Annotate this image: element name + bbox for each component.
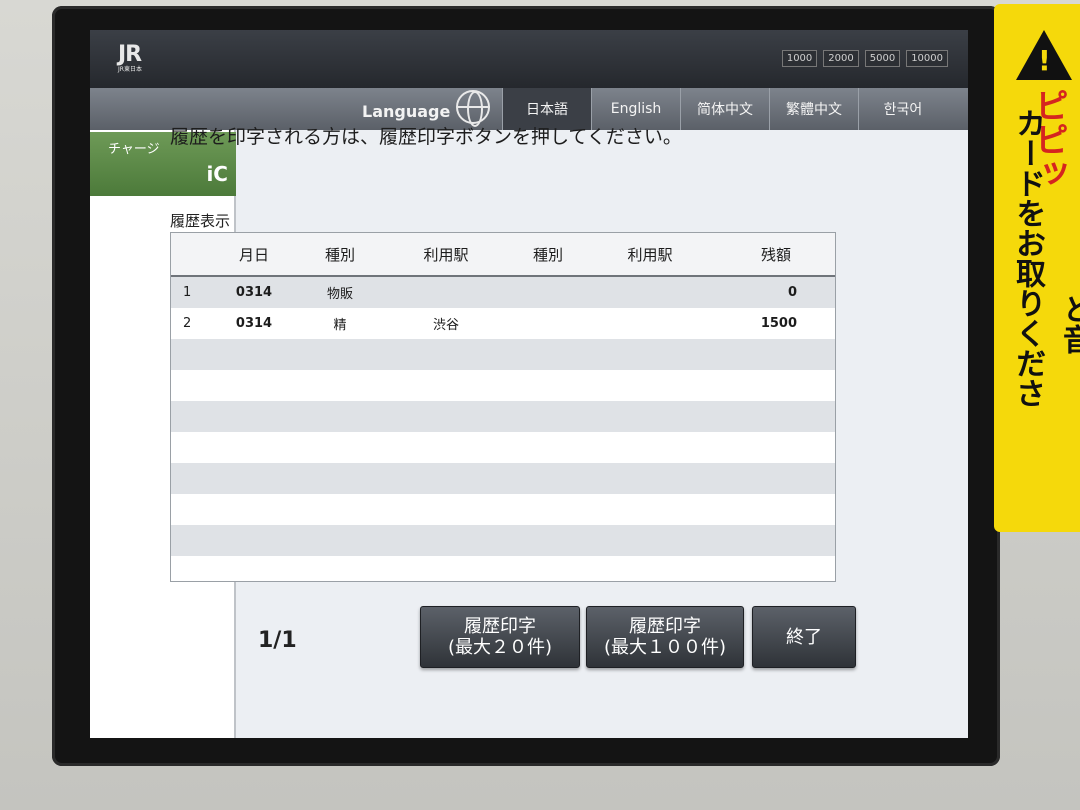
denom-10000: 10000 <box>906 50 948 67</box>
row-balance: 0 <box>787 285 797 300</box>
end-button[interactable]: 終了 <box>752 606 856 668</box>
print100-label-line1: 履歴印字 <box>629 616 701 637</box>
warning-sticker: ! ピピッ カードをお取りくださ と音 <box>994 4 1080 532</box>
col-date: 月日 <box>238 245 269 264</box>
history-table-body: 1 0314 物販 0 2 0314 精 渋谷 1500 <box>171 277 835 556</box>
row-number: 1 <box>183 285 192 300</box>
col-station-2: 利用駅 <box>627 245 673 264</box>
history-table: 月日 種別 利用駅 種別 利用駅 残額 1 0314 物販 0 2 0314 精… <box>170 232 836 582</box>
row-kind: 物販 <box>326 287 353 302</box>
col-kind: 種別 <box>324 245 355 264</box>
denom-5000: 5000 <box>864 50 901 67</box>
globe-icon <box>456 90 491 127</box>
table-row-empty <box>171 401 835 432</box>
top-header: JR JR東日本 1000 2000 5000 10000 <box>90 30 968 88</box>
sticker-black-text-2: と音 <box>1057 294 1080 354</box>
table-row-empty <box>171 525 835 556</box>
table-row-empty <box>171 432 835 463</box>
row-station: 渋谷 <box>432 318 459 333</box>
page-indicator: 1/1 <box>258 628 297 653</box>
language-title: Language <box>362 90 491 127</box>
row-number: 2 <box>183 316 192 331</box>
print-history-20-button[interactable]: 履歴印字 (最大２０件) <box>420 606 580 668</box>
tab-simplified-chinese[interactable]: 简体中文 <box>680 88 769 130</box>
table-row-empty <box>171 339 835 370</box>
print20-label-line1: 履歴印字 <box>464 616 536 637</box>
print-history-100-button[interactable]: 履歴印字 (最大１００件) <box>586 606 744 668</box>
table-row-empty <box>171 370 835 401</box>
jr-logo: JR JR東日本 <box>118 42 162 73</box>
table-row-empty <box>171 494 835 525</box>
table-row-empty <box>171 463 835 494</box>
row-balance: 1500 <box>760 316 797 331</box>
denom-2000: 2000 <box>823 50 859 67</box>
print20-label-line2: (最大２０件) <box>447 637 553 658</box>
history-table-header: 月日 種別 利用駅 種別 利用駅 残額 <box>171 233 835 277</box>
history-section-label: 履歴表示 <box>170 212 231 230</box>
col-kind-2: 種別 <box>532 245 563 264</box>
language-label: Language <box>362 101 451 121</box>
col-balance: 残額 <box>760 245 791 264</box>
instruction-text: 履歴を印字される方は、履歴印字ボタンを押してください。 <box>170 126 682 148</box>
ic-card-icon: iC <box>206 162 228 186</box>
sticker-black-text: カードをお取りくださ <box>1010 108 1045 408</box>
charge-label: チャージ <box>108 142 160 157</box>
denomination-indicators: 1000 2000 5000 10000 <box>781 50 948 67</box>
table-row: 2 0314 精 渋谷 1500 <box>171 308 835 339</box>
denom-1000: 1000 <box>781 50 818 67</box>
col-station: 利用駅 <box>423 245 469 264</box>
exclamation-icon: ! <box>1038 44 1051 77</box>
jr-logo-subtext: JR東日本 <box>118 66 142 73</box>
row-date: 0314 <box>235 285 273 300</box>
table-row: 1 0314 物販 0 <box>171 277 835 308</box>
row-kind: 精 <box>333 318 347 333</box>
row-date: 0314 <box>235 316 273 331</box>
tab-traditional-chinese[interactable]: 繁體中文 <box>769 88 858 130</box>
tab-korean[interactable]: 한국어 <box>858 88 947 130</box>
print100-label-line2: (最大１００件) <box>603 637 727 658</box>
